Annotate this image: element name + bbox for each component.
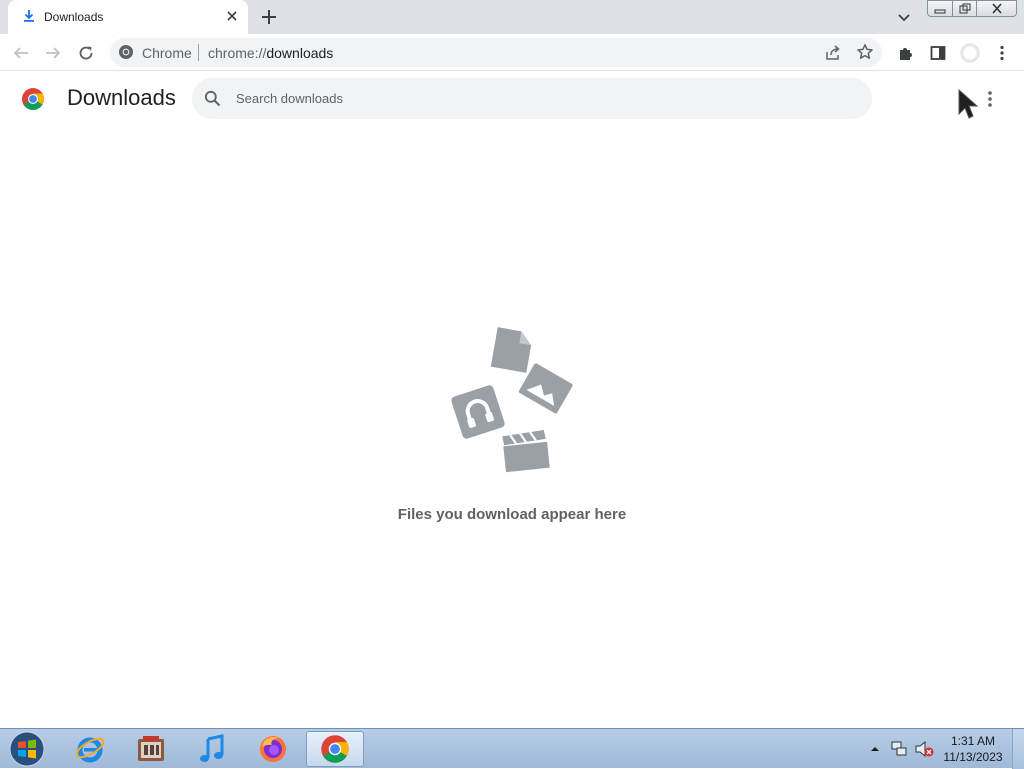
forward-button[interactable] bbox=[43, 43, 63, 63]
downloads-header: Downloads bbox=[0, 72, 1024, 128]
window-controls bbox=[927, 0, 1017, 18]
title-bar: Downloads bbox=[0, 0, 1024, 34]
site-name: Chrome bbox=[142, 45, 192, 61]
tab-downloads[interactable]: Downloads bbox=[8, 0, 248, 34]
taskbar-app-ie[interactable] bbox=[61, 731, 119, 767]
close-window-button[interactable] bbox=[977, 0, 1017, 17]
reload-icon bbox=[79, 46, 93, 60]
omnibox-divider bbox=[198, 44, 199, 61]
clock-date[interactable]: 11/13/2023 bbox=[940, 750, 1006, 764]
close-tab-icon[interactable] bbox=[224, 8, 240, 24]
mouse-cursor-icon bbox=[958, 88, 979, 119]
tab-search-chevron-icon[interactable] bbox=[896, 9, 912, 25]
show-hidden-icons-icon[interactable] bbox=[870, 744, 880, 754]
internet-explorer-icon bbox=[75, 737, 105, 763]
side-panel-icon bbox=[930, 46, 946, 60]
new-tab-icon[interactable] bbox=[260, 8, 278, 26]
restore-icon bbox=[959, 3, 970, 14]
search-icon bbox=[204, 90, 221, 107]
download-icon bbox=[24, 10, 34, 22]
audio-icon bbox=[451, 385, 505, 439]
browser-toolbar: Chrome chrome://downloads bbox=[0, 34, 1024, 71]
empty-downloads-illustration bbox=[451, 327, 573, 473]
chrome-icon bbox=[321, 735, 349, 763]
empty-state-message: Files you download appear here bbox=[397, 506, 627, 523]
minimize-button[interactable] bbox=[927, 0, 953, 17]
taskbar-app-media-player[interactable] bbox=[122, 731, 180, 767]
document-icon bbox=[490, 327, 532, 373]
page-more-icon[interactable] bbox=[980, 88, 1000, 110]
video-clapper-icon bbox=[502, 430, 550, 473]
chrome-menu-button[interactable] bbox=[992, 43, 1012, 63]
taskbar-app-itunes[interactable] bbox=[183, 731, 241, 767]
side-panel-button[interactable] bbox=[928, 43, 948, 63]
taskbar-app-chrome[interactable] bbox=[306, 731, 364, 767]
firefox-icon bbox=[260, 736, 286, 762]
url-text: chrome://downloads bbox=[208, 45, 333, 61]
back-arrow-icon bbox=[13, 47, 28, 59]
media-player-icon bbox=[138, 736, 164, 761]
start-orb-icon[interactable] bbox=[6, 730, 48, 768]
clock-time[interactable]: 1:31 AM bbox=[940, 734, 1006, 748]
bookmark-star-icon[interactable] bbox=[856, 43, 874, 61]
url-scheme: chrome:// bbox=[208, 45, 267, 61]
close-icon bbox=[991, 3, 1002, 14]
extensions-button[interactable] bbox=[896, 43, 916, 63]
page-title: Downloads bbox=[67, 85, 176, 110]
chrome-logo-icon bbox=[22, 88, 44, 110]
reload-button[interactable] bbox=[76, 43, 96, 63]
volume-muted-icon[interactable] bbox=[914, 740, 934, 758]
more-vert-icon bbox=[1000, 45, 1004, 61]
minimize-icon bbox=[934, 9, 946, 13]
profile-button[interactable] bbox=[960, 43, 980, 63]
network-icon[interactable] bbox=[890, 740, 908, 758]
back-button[interactable] bbox=[11, 43, 31, 63]
taskbar: 1:31 AM 11/13/2023 bbox=[0, 728, 1024, 769]
restore-button[interactable] bbox=[953, 0, 977, 17]
tab-title: Downloads bbox=[44, 10, 104, 24]
avatar-icon bbox=[960, 43, 980, 63]
address-bar[interactable]: Chrome chrome://downloads bbox=[110, 38, 882, 67]
forward-arrow-icon bbox=[46, 47, 61, 59]
search-input[interactable] bbox=[236, 88, 836, 108]
puzzle-icon bbox=[900, 48, 912, 60]
url-path: downloads bbox=[266, 45, 334, 61]
search-downloads[interactable] bbox=[192, 78, 872, 119]
share-icon[interactable] bbox=[824, 44, 842, 62]
show-desktop-button[interactable] bbox=[1012, 729, 1024, 769]
system-tray: 1:31 AM 11/13/2023 bbox=[864, 729, 1024, 769]
taskbar-app-firefox[interactable] bbox=[244, 731, 302, 767]
music-note-icon bbox=[200, 734, 224, 762]
chrome-site-icon bbox=[119, 45, 133, 59]
